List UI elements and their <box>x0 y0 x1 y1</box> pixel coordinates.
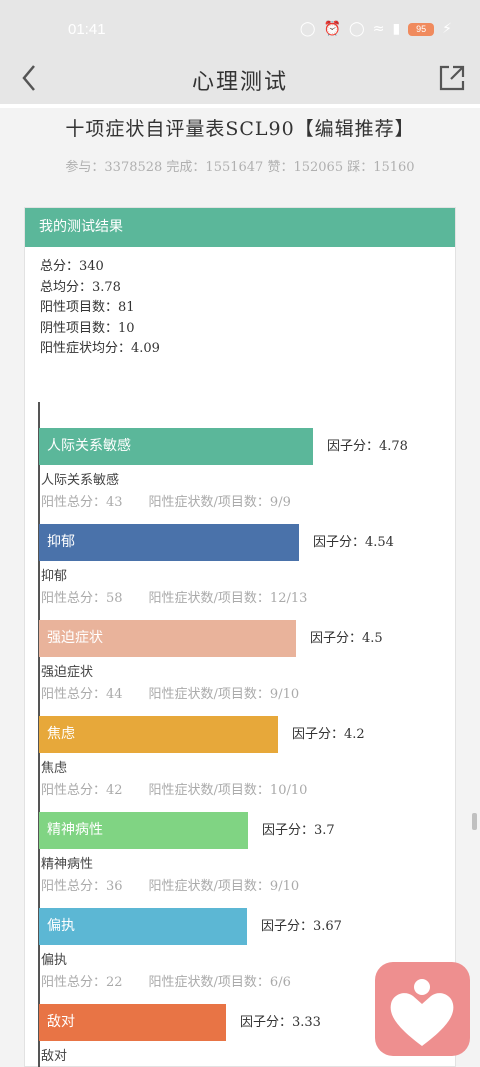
headphones-icon: ◯ <box>299 21 316 37</box>
factor-item: 偏执 因子分：3.67 偏执 阳性总分：22 阳性症状数/项目数：6/6 <box>39 908 342 990</box>
positive-total: 阳性总分：36 <box>41 879 123 894</box>
heart-person-icon <box>390 979 454 1046</box>
factor-detail: 阳性总分：36 阳性症状数/项目数：9/10 <box>39 875 299 894</box>
factor-name: 精神病性 <box>41 857 94 872</box>
summary-positive-average: 阳性症状均分：4.09 <box>40 341 160 356</box>
positive-count: 阳性症状数/项目数：12/13 <box>148 591 308 606</box>
factor-score: 因子分：3.33 <box>240 1015 321 1030</box>
factor-item: 敌对 因子分：3.33 敌对 <box>39 1004 321 1064</box>
battery-icon: 95 <box>408 22 435 36</box>
factor-item: 精神病性 因子分：3.7 精神病性 阳性总分：36 阳性症状数/项目数：9/10 <box>39 812 335 894</box>
factor-bar: 强迫症状 <box>39 620 296 657</box>
factor-score: 因子分：3.67 <box>261 919 342 934</box>
factor-name: 焦虑 <box>41 761 68 776</box>
positive-count: 阳性症状数/项目数：6/6 <box>148 975 291 990</box>
factor-detail: 阳性总分：58 阳性症状数/项目数：12/13 <box>39 587 307 606</box>
factor-item: 强迫症状 因子分：4.5 强迫症状 阳性总分：44 阳性症状数/项目数：9/10 <box>39 620 383 702</box>
nav-bar: 心理测试 <box>0 52 480 108</box>
signal-icon: ▮ <box>392 21 401 37</box>
positive-count: 阳性症状数/项目数：9/9 <box>148 495 291 510</box>
factor-bar: 偏执 <box>39 908 247 945</box>
factor-score: 因子分：4.78 <box>327 439 408 454</box>
positive-total: 阳性总分：43 <box>41 495 123 510</box>
page-title: 十项症状自评量表SCL90【编辑推荐】 <box>65 118 415 140</box>
positive-count: 阳性症状数/项目数：9/10 <box>148 879 300 894</box>
factor-score: 因子分：3.7 <box>262 823 335 838</box>
factor-detail: 阳性总分：42 阳性症状数/项目数：10/10 <box>39 779 307 798</box>
mute-icon: ◯ <box>349 21 365 37</box>
summary-average: 总均分：3.78 <box>40 279 121 295</box>
factor-name: 偏执 <box>41 953 68 968</box>
result-card: 我的测试结果 总分：340 总均分：3.78 阳性项目数：81 阴性项目数：10… <box>24 207 456 1067</box>
favorite-button[interactable] <box>375 962 470 1056</box>
wifi-icon: ≈ <box>372 21 385 37</box>
factor-bar: 精神病性 <box>39 812 248 849</box>
summary-negative-items: 阴性项目数：10 <box>40 320 135 336</box>
result-summary: 总分：340 总均分：3.78 阳性项目数：81 阴性项目数：10 阳性症状均分… <box>25 247 455 360</box>
factor-detail: 阳性总分：22 阳性症状数/项目数：6/6 <box>39 971 291 990</box>
factor-name: 抑郁 <box>41 569 68 584</box>
summary-positive-items: 阳性项目数：81 <box>40 300 135 315</box>
factor-name: 敌对 <box>41 1049 68 1064</box>
factor-score: 因子分：4.54 <box>313 535 394 550</box>
positive-total: 阳性总分：58 <box>41 591 123 606</box>
factor-name: 人际关系敏感 <box>41 473 120 488</box>
factor-score: 因子分：4.5 <box>310 631 383 646</box>
status-icons: ◯ ⏰ ◯ ≈ ▮ 95 ⚡ <box>300 21 452 37</box>
factor-bar: 焦虑 <box>39 716 278 753</box>
factor-bar: 敌对 <box>39 1004 226 1041</box>
positive-total: 阳性总分：44 <box>41 687 123 702</box>
positive-count: 阳性症状数/项目数：10/10 <box>148 783 308 798</box>
share-icon[interactable] <box>438 64 466 92</box>
factor-item: 人际关系敏感 因子分：4.78 人际关系敏感 阳性总分：43 阳性症状数/项目数：9/9 <box>39 428 408 510</box>
factor-detail: 阳性总分：44 阳性症状数/项目数：9/10 <box>39 683 299 702</box>
factor-bar: 人际关系敏感 <box>39 428 313 465</box>
factor-score: 因子分：4.2 <box>292 727 365 742</box>
positive-total: 阳性总分：42 <box>41 783 123 798</box>
factor-detail: 阳性总分：43 阳性症状数/项目数：9/9 <box>39 491 313 510</box>
positive-total: 阳性总分：22 <box>41 975 123 990</box>
factor-name: 强迫症状 <box>41 665 94 680</box>
alarm-icon: ⏰ <box>323 21 342 37</box>
test-stats: 参与：3378528 完成：1551647 赞：152065 踩：15160 <box>65 160 415 175</box>
charging-icon: ⚡ <box>442 21 452 37</box>
summary-total: 总分：340 <box>40 259 104 274</box>
status-time: 01:41 <box>68 21 106 38</box>
factor-item: 焦虑 因子分：4.2 焦虑 阳性总分：42 阳性症状数/项目数：10/10 <box>39 716 365 798</box>
nav-title: 心理测试 <box>191 70 288 95</box>
positive-count: 阳性症状数/项目数：9/10 <box>148 687 300 702</box>
scroll-indicator[interactable] <box>472 813 477 830</box>
result-header: 我的测试结果 <box>25 208 455 247</box>
factor-bar: 抑郁 <box>39 524 299 561</box>
factor-item: 抑郁 因子分：4.54 抑郁 阳性总分：58 阳性症状数/项目数：12/13 <box>39 524 394 606</box>
